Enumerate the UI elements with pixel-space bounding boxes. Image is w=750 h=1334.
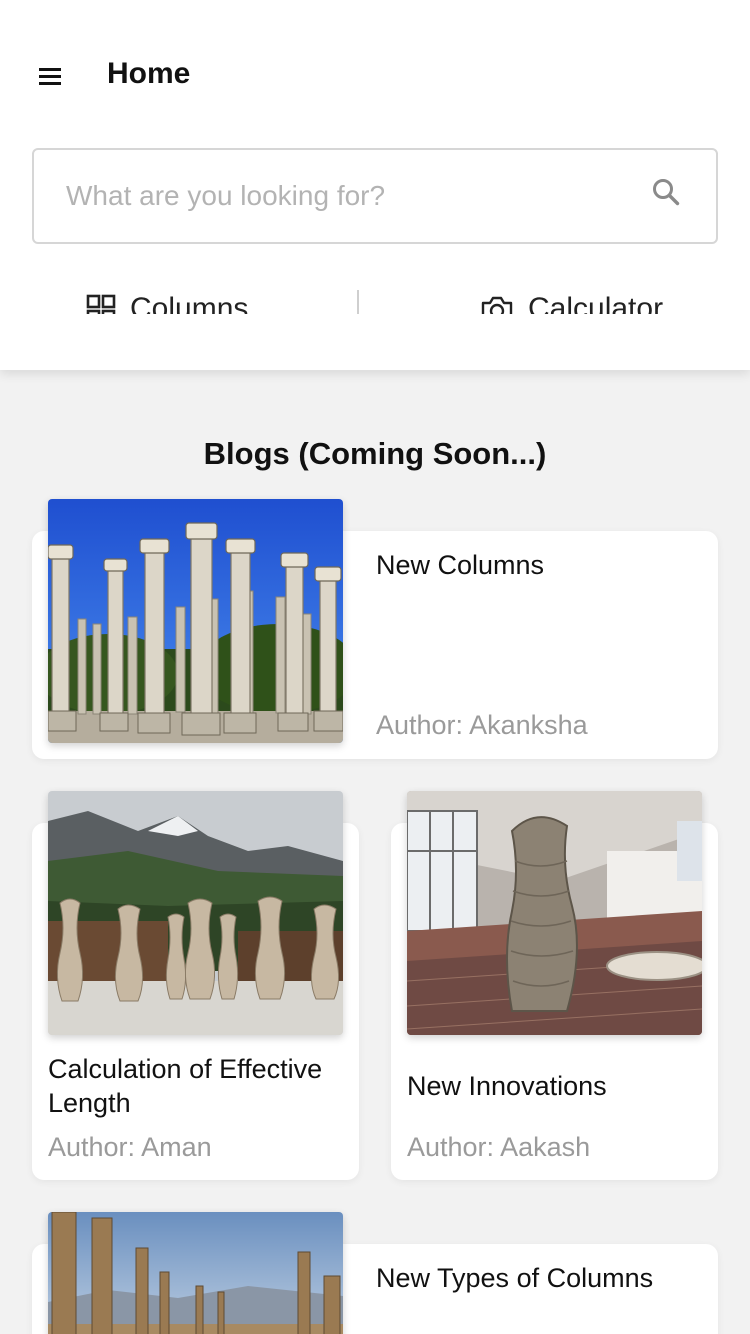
menu-button[interactable] [30,56,70,96]
classical-columns-photo [48,499,343,743]
search-icon [653,179,680,206]
blog-card-author: Author: Akanksha [376,710,588,740]
calculator-nav-label: Calculator [528,292,664,314]
blog-card-image [48,1212,343,1334]
calculator-nav-button[interactable]: Calculator [480,292,663,314]
hamburger-menu-icon [39,68,61,85]
blog-card-author: Author: Aakash [407,1132,591,1162]
search-input[interactable] [66,150,626,242]
3d-printed-columns-mountains-photo [48,791,343,1035]
blog-card-title: New Innovations [407,1071,607,1101]
search-button[interactable] [652,178,688,214]
blog-card-image [48,499,343,743]
blog-card-title: New Columns [376,550,545,580]
ancient-ruins-columns-photo [48,1212,343,1334]
camera-icon [481,296,513,314]
quick-nav-divider [357,290,359,314]
columns-nav-button[interactable]: Columns [86,292,248,314]
blog-card-title: New Types of Columns [376,1263,654,1293]
blogs-section-title: Blogs (Coming Soon...) [203,436,547,471]
printed-column-hall-photo [407,791,702,1035]
page-title: Home [107,57,191,90]
blog-card-author: Author: Aman [48,1132,212,1162]
header-panel: Home Columns Calculator [0,0,750,370]
blog-card-title: Calculation of Effective Length [48,1054,323,1118]
grid-icon [86,294,116,314]
search-box [32,148,718,244]
quick-nav: Columns Calculator [0,280,750,314]
blog-card-image [407,791,702,1035]
columns-nav-label: Columns [130,292,249,314]
blog-card-image [48,791,343,1035]
